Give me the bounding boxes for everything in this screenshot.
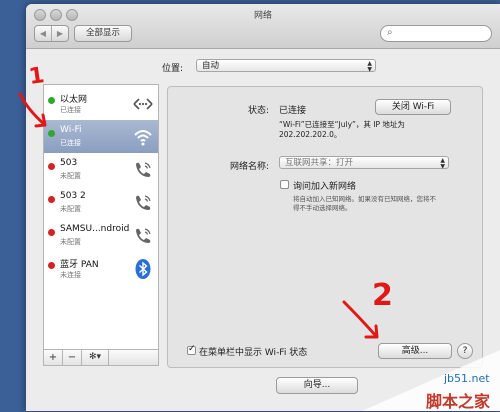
service-503[interactable]: 503 未配置 bbox=[44, 153, 158, 186]
service-name: 蓝牙 PAN bbox=[60, 260, 99, 270]
service-status: 未连接 bbox=[60, 271, 81, 279]
service-samsung-android[interactable]: SAMSU...ndroid 未配置 bbox=[44, 219, 158, 252]
turn-off-wifi-button[interactable]: 关闭 Wi-Fi bbox=[375, 99, 451, 115]
phone-icon bbox=[136, 162, 151, 177]
service-status: 已连接 bbox=[60, 106, 81, 114]
watermark-brand: 脚本之家 bbox=[426, 392, 491, 411]
phone-icon bbox=[136, 228, 151, 243]
gear-icon[interactable]: ✻▾ bbox=[82, 350, 109, 365]
network-service-list: 以太网 已连接 Wi-Fi 已连接 503 未配置 503 2 未配置 SAMS… bbox=[43, 84, 159, 350]
service-name: SAMSU...ndroid bbox=[60, 224, 130, 234]
bluetooth-icon bbox=[135, 259, 151, 279]
service-status: 未配置 bbox=[60, 172, 81, 180]
wifi-detail-panel: 状态: 已连接 关闭 Wi-Fi “Wi-Fi”已连接至“July”，其 IP … bbox=[167, 86, 483, 368]
status-description-line2: 202.202.202.0。 bbox=[279, 130, 342, 139]
ask-to-join-description-line2: 得不手动选择网络。 bbox=[293, 204, 352, 212]
show-wifi-in-menubar-label: 在菜单栏中显示 Wi-Fi 状态 bbox=[199, 348, 308, 358]
watermark-site: jb51.net bbox=[444, 372, 490, 385]
ethernet-icon bbox=[133, 98, 153, 110]
service-name: 503 2 bbox=[60, 191, 86, 201]
annotation-arrow-one bbox=[18, 92, 47, 128]
location-label: 位置: bbox=[162, 64, 184, 74]
network-name-value: 互联网共享：打开 bbox=[285, 158, 354, 168]
remove-service-button[interactable]: − bbox=[63, 350, 82, 365]
annotation-arrow-two bbox=[342, 300, 379, 339]
wifi-icon bbox=[134, 130, 152, 146]
location-value: 自动 bbox=[202, 61, 220, 71]
phone-icon bbox=[136, 195, 151, 210]
service-list-buttons: + − ✻▾ bbox=[43, 350, 159, 366]
network-name-label: 网络名称: bbox=[230, 162, 270, 172]
ask-to-join-checkbox[interactable] bbox=[280, 180, 289, 189]
search-field[interactable]: ⌕ bbox=[380, 25, 492, 42]
service-bluetooth-pan[interactable]: 蓝牙 PAN 未连接 bbox=[44, 252, 158, 285]
service-wifi[interactable]: Wi-Fi 已连接 bbox=[44, 120, 158, 153]
status-value: 已连接 bbox=[279, 106, 307, 116]
search-icon: ⌕ bbox=[387, 27, 393, 38]
service-status: 未配置 bbox=[60, 238, 81, 246]
service-name: 503 bbox=[60, 158, 78, 168]
show-wifi-in-menubar-checkbox[interactable] bbox=[187, 344, 196, 355]
service-name: 以太网 bbox=[60, 95, 88, 105]
service-name: Wi-Fi bbox=[60, 125, 82, 135]
forward-button[interactable]: ▶ bbox=[52, 26, 68, 41]
assistant-button[interactable]: 向导... bbox=[276, 377, 358, 394]
status-dot bbox=[48, 262, 55, 269]
location-select[interactable]: 自动 ▲ ▼ bbox=[196, 59, 376, 73]
window-title: 网络 bbox=[253, 11, 272, 21]
network-name-select[interactable]: 互联网共享：打开 ▲ ▼ bbox=[279, 156, 449, 170]
status-label: 状态: bbox=[248, 106, 270, 116]
service-status: 已连接 bbox=[60, 139, 81, 147]
add-service-button[interactable]: + bbox=[44, 350, 63, 365]
show-all-button[interactable]: 全部显示 bbox=[74, 25, 132, 42]
back-button[interactable]: ◀ bbox=[35, 26, 52, 41]
status-dot bbox=[48, 196, 55, 203]
title-bar: 网络 ◀ ▶ 全部显示 ⌕ bbox=[26, 4, 500, 49]
status-dot bbox=[48, 163, 55, 170]
back-forward-control: ◀ ▶ bbox=[34, 25, 69, 42]
service-503-2[interactable]: 503 2 未配置 bbox=[44, 186, 158, 219]
service-ethernet[interactable]: 以太网 已连接 bbox=[44, 87, 158, 120]
service-status: 未配置 bbox=[60, 205, 81, 213]
select-arrows-icon: ▲ ▼ bbox=[367, 60, 372, 73]
select-arrows-icon: ▲ ▼ bbox=[440, 157, 445, 170]
ask-to-join-label: 询问加入新网络 bbox=[293, 182, 357, 192]
status-dot bbox=[48, 229, 55, 236]
annotation-number-one: 1 bbox=[27, 63, 46, 90]
